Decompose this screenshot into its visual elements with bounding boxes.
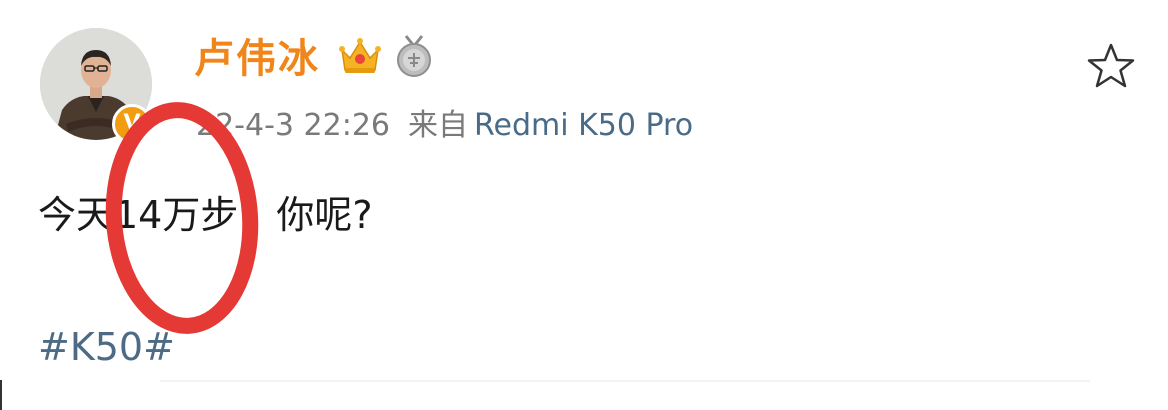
author-name[interactable]: 卢伟冰	[194, 34, 320, 84]
post-timestamp: 22-4-3 22:26	[196, 108, 390, 143]
hashtag-link[interactable]: #K50#	[38, 322, 175, 372]
edge-marker	[0, 380, 2, 410]
post-content: 今天14万步，你呢?	[38, 193, 373, 237]
post-meta: 22-4-3 22:26 来自 Redmi K50 Pro	[196, 106, 693, 146]
favorite-star-icon[interactable]	[1086, 42, 1136, 90]
medal-icon[interactable]	[394, 34, 434, 78]
source-label: 来自	[408, 108, 468, 143]
divider	[160, 380, 1090, 382]
verified-badge: V	[112, 104, 152, 144]
verified-badge-label: V	[123, 111, 141, 136]
source-device-link[interactable]: Redmi K50 Pro	[474, 108, 693, 143]
crown-icon[interactable]	[338, 36, 382, 76]
